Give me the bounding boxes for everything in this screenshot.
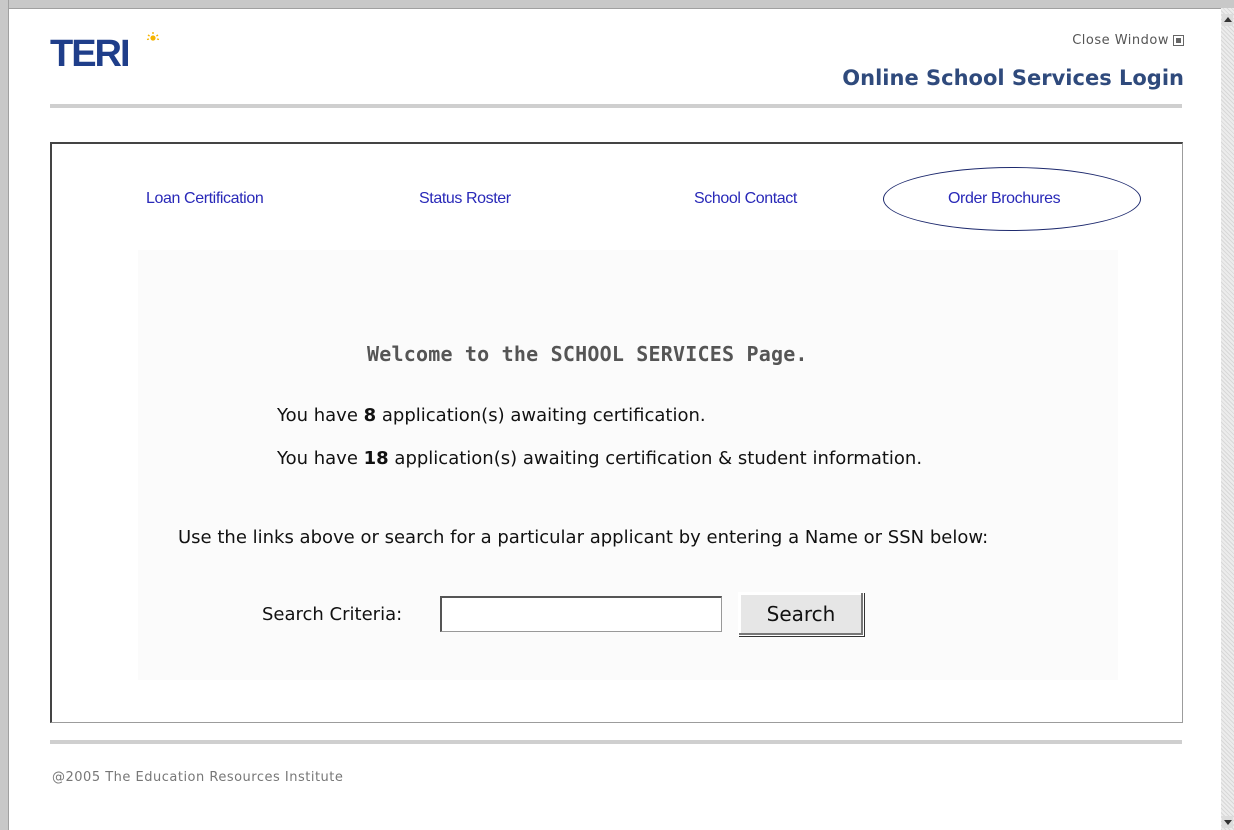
page-heading: Online School Services Login <box>842 66 1184 90</box>
search-button[interactable]: Search <box>738 592 864 636</box>
logo-text: TERI <box>50 33 129 72</box>
vertical-scrollbar[interactable] <box>1221 8 1234 830</box>
nav-school-contact[interactable]: School Contact <box>694 190 797 208</box>
line1-prefix: You have <box>277 405 364 426</box>
welcome-heading: Welcome to the SCHOOL SERVICES Page. <box>367 342 808 366</box>
line2-prefix: You have <box>277 448 364 469</box>
sun-icon <box>146 32 160 41</box>
scroll-up-arrow-icon[interactable] <box>1222 14 1233 26</box>
window-top-border <box>0 0 1234 9</box>
close-window-label: Close Window <box>1072 33 1169 48</box>
search-instruction: Use the links above or search for a part… <box>178 527 989 548</box>
line2-count: 18 <box>363 448 389 469</box>
header-divider <box>50 104 1182 108</box>
footer-divider <box>50 740 1182 744</box>
teri-logo: TERI <box>50 32 170 77</box>
nav-loan-certification[interactable]: Loan Certification <box>146 190 264 208</box>
search-criteria-label: Search Criteria: <box>262 604 403 625</box>
line2-suffix: application(s) awaiting certification & … <box>388 448 923 469</box>
close-window-link[interactable]: Close Window <box>1072 33 1184 48</box>
line1-suffix: application(s) awaiting certification. <box>376 405 706 426</box>
awaiting-student-info-text: You have 18 application(s) awaiting cert… <box>277 448 922 469</box>
window-left-border <box>0 0 9 830</box>
copyright-text: @2005 The Education Resources Institute <box>52 770 344 785</box>
line1-count: 8 <box>363 405 377 426</box>
highlight-ellipse <box>883 167 1141 231</box>
awaiting-certification-text: You have 8 application(s) awaiting certi… <box>277 405 706 426</box>
close-icon <box>1173 35 1184 46</box>
scroll-down-arrow-icon[interactable] <box>1222 816 1233 828</box>
nav-status-roster[interactable]: Status Roster <box>419 190 511 208</box>
search-criteria-input[interactable] <box>440 596 722 632</box>
